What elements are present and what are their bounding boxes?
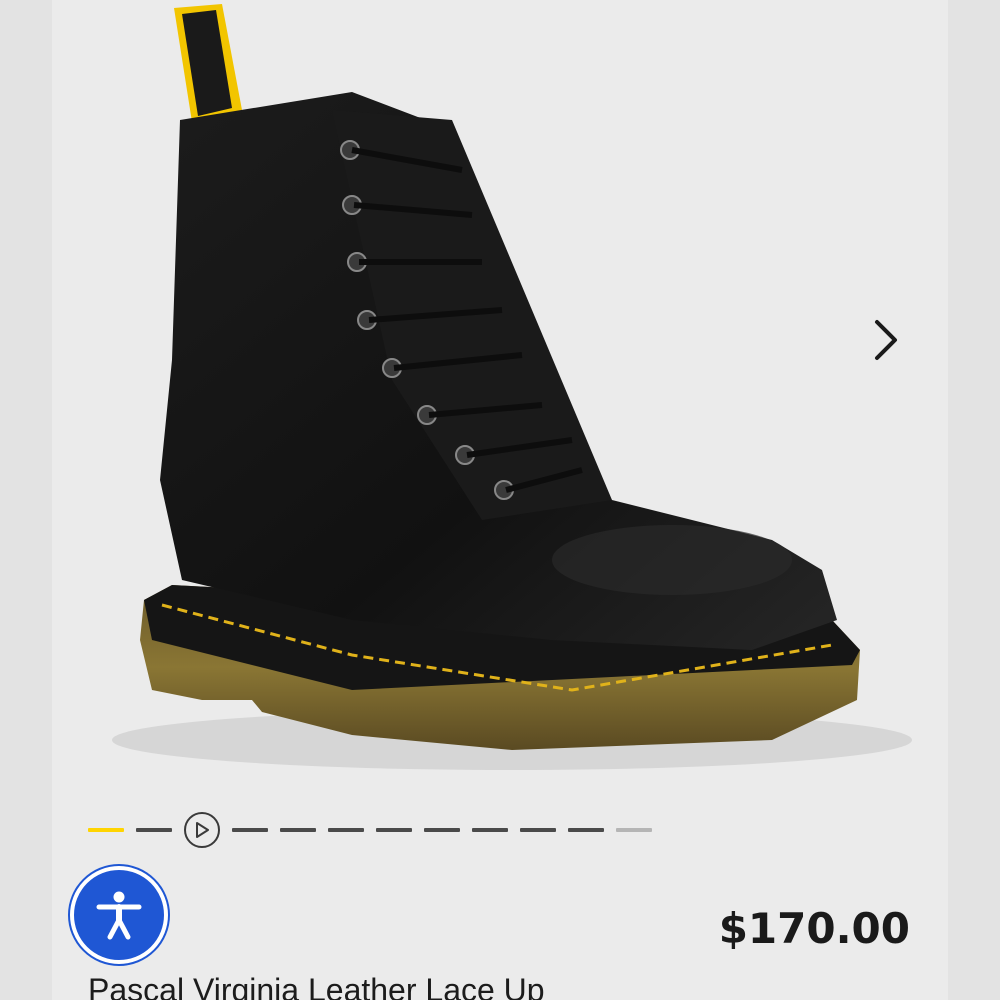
carousel-dot[interactable] <box>328 828 364 832</box>
accessibility-icon <box>96 891 142 940</box>
next-image-button[interactable] <box>858 312 914 368</box>
accessibility-button[interactable] <box>70 866 168 964</box>
product-image[interactable] <box>52 0 948 810</box>
play-video-button[interactable] <box>184 812 220 848</box>
carousel-dot[interactable] <box>136 828 172 832</box>
right-margin <box>948 0 1000 1000</box>
product-info: 60 $170.00 Pascal Virginia Leather Lace … <box>52 880 948 1000</box>
left-margin <box>0 0 52 1000</box>
product-page: 60 $170.00 Pascal Virginia Leather Lace … <box>52 0 948 1000</box>
carousel-dot[interactable] <box>232 828 268 832</box>
carousel-dot[interactable] <box>280 828 316 832</box>
carousel-dot[interactable] <box>520 828 556 832</box>
carousel-dot[interactable] <box>424 828 460 832</box>
chevron-right-icon <box>875 320 897 360</box>
carousel-dot[interactable] <box>88 828 124 832</box>
boot-illustration <box>112 4 912 770</box>
carousel-dot[interactable] <box>568 828 604 832</box>
product-name[interactable]: Pascal Virginia Leather Lace Up <box>88 972 545 1000</box>
product-price: $170.00 <box>718 904 910 953</box>
carousel-dot[interactable] <box>616 828 652 832</box>
carousel-dot[interactable] <box>472 828 508 832</box>
image-carousel-indicator <box>88 808 728 852</box>
carousel-dot[interactable] <box>376 828 412 832</box>
play-icon <box>196 822 209 838</box>
